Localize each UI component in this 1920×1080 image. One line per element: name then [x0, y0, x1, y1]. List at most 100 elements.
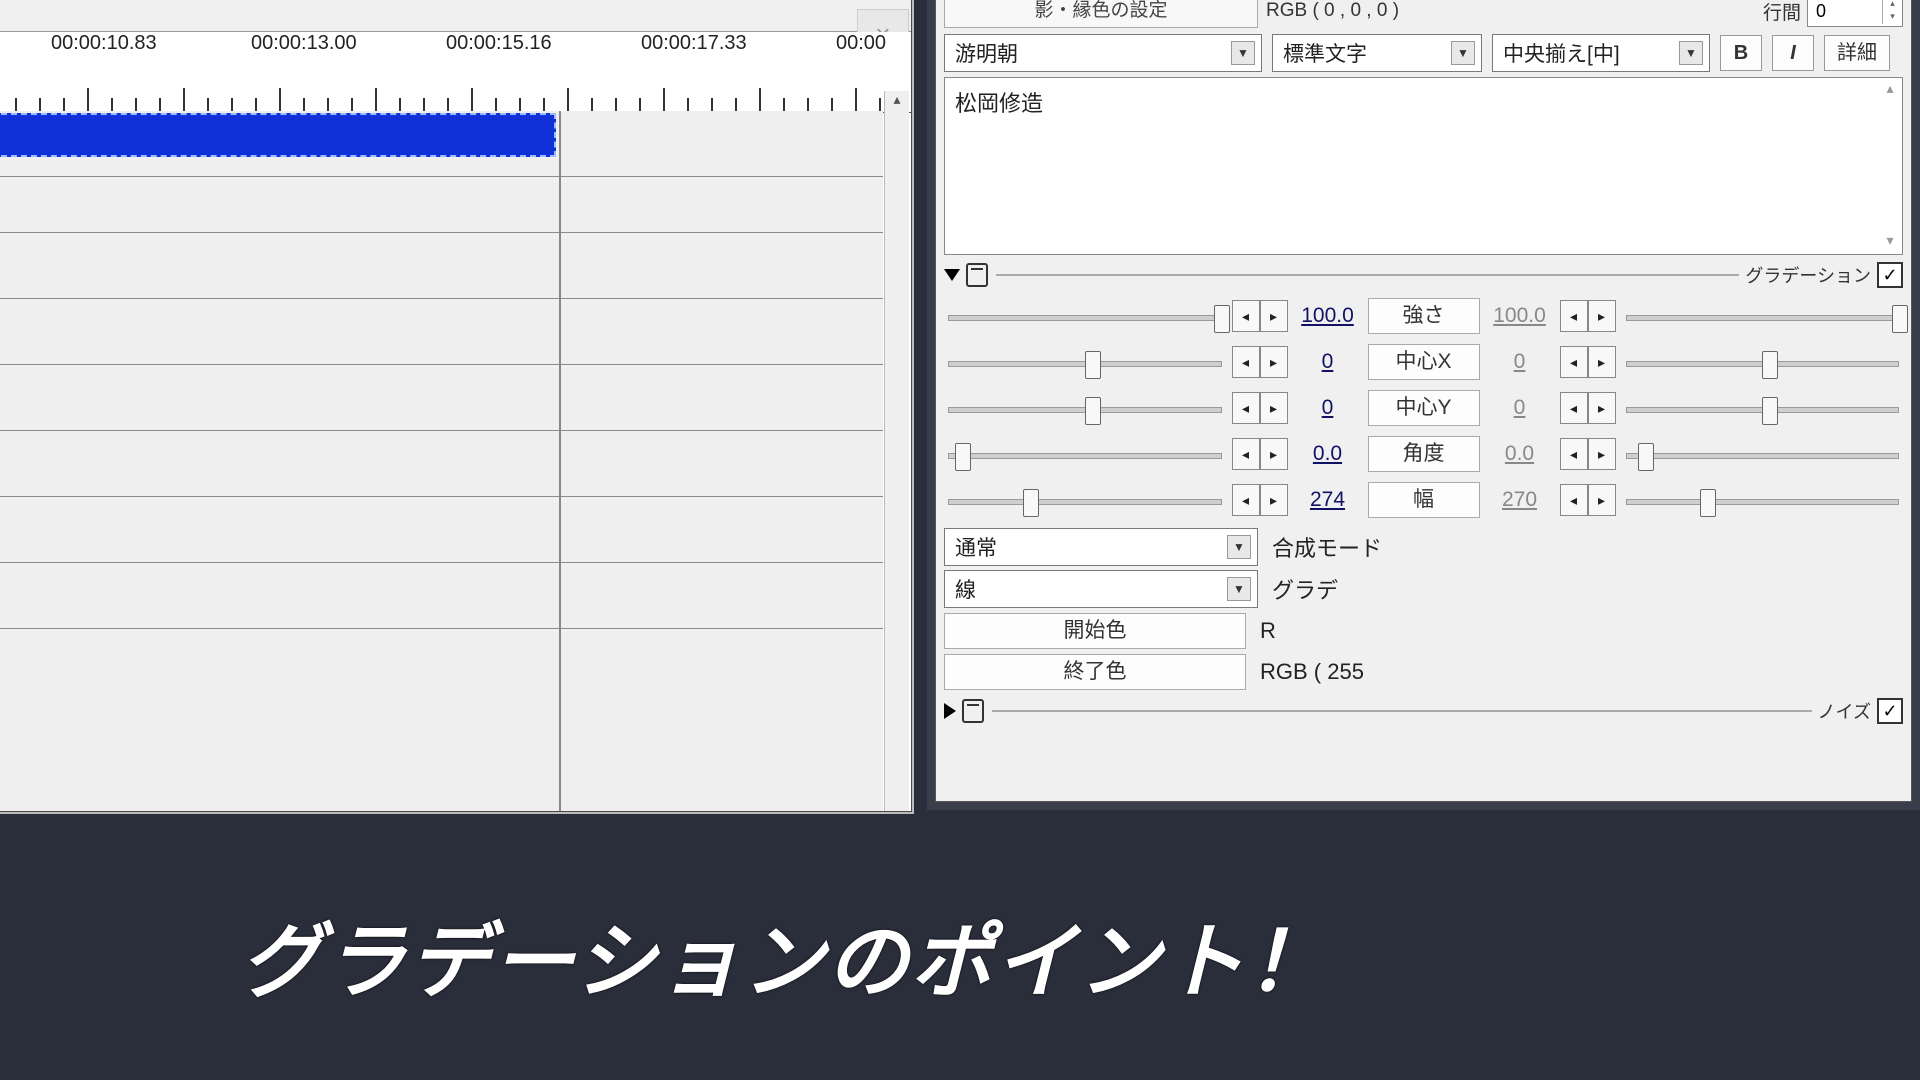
- gradation-checkbox[interactable]: ✓: [1877, 262, 1903, 288]
- blend-mode-label: 合成モード: [1272, 531, 1382, 563]
- track-row[interactable]: [0, 177, 883, 233]
- nudge-right-icon[interactable]: ▸: [1260, 484, 1288, 516]
- shadow-color-value: RGB ( 0 , 0 , 0 ): [1258, 0, 1763, 22]
- timeline-clip[interactable]: [0, 113, 556, 157]
- param-label[interactable]: 角度: [1368, 436, 1480, 472]
- param-value-right[interactable]: 270: [1486, 488, 1554, 512]
- nudge-buttons[interactable]: ◂▸: [1232, 392, 1288, 424]
- nudge-buttons[interactable]: ◂▸: [1560, 484, 1616, 516]
- nudge-left-icon[interactable]: ◂: [1560, 346, 1588, 378]
- scroll-up-icon[interactable]: ▴: [1880, 80, 1900, 100]
- param-slider-right[interactable]: [1622, 301, 1904, 331]
- param-value-right[interactable]: 0: [1486, 396, 1554, 420]
- param-slider-right[interactable]: [1622, 485, 1904, 515]
- noise-section-header[interactable]: ノイズ ✓: [944, 697, 1903, 725]
- nudge-right-icon[interactable]: ▸: [1260, 346, 1288, 378]
- pointing-hand-icon: [1916, 411, 1920, 611]
- track-row[interactable]: [0, 563, 883, 629]
- nudge-buttons[interactable]: ◂▸: [1560, 300, 1616, 332]
- collapse-icon[interactable]: [944, 269, 960, 281]
- gradation-section-header[interactable]: グラデーション ✓: [944, 261, 1903, 289]
- param-slider-left[interactable]: [944, 301, 1226, 331]
- italic-button[interactable]: I: [1772, 35, 1814, 71]
- param-value-left[interactable]: 100.0: [1294, 304, 1362, 328]
- param-label[interactable]: 幅: [1368, 482, 1480, 518]
- nudge-left-icon[interactable]: ◂: [1560, 438, 1588, 470]
- gradation-shape-dropdown[interactable]: 線 ▼: [944, 570, 1258, 608]
- nudge-right-icon[interactable]: ▸: [1588, 392, 1616, 424]
- end-color-button[interactable]: 終了色: [944, 654, 1246, 690]
- expand-icon[interactable]: [944, 703, 956, 719]
- font-dropdown[interactable]: 游明朝 ▼: [944, 34, 1262, 72]
- param-slider-left[interactable]: [944, 485, 1226, 515]
- param-slider-right[interactable]: [1622, 439, 1904, 469]
- param-value-left[interactable]: 0: [1294, 350, 1362, 374]
- param-value-right[interactable]: 0.0: [1486, 442, 1554, 466]
- param-value-left[interactable]: 0: [1294, 396, 1362, 420]
- param-label[interactable]: 中心X: [1368, 344, 1480, 380]
- nudge-left-icon[interactable]: ◂: [1560, 484, 1588, 516]
- spin-down-icon[interactable]: ▾: [1882, 11, 1902, 24]
- bold-button[interactable]: B: [1720, 35, 1762, 71]
- shadow-color-button[interactable]: 影・縁色の設定: [944, 0, 1258, 28]
- param-value-left[interactable]: 0.0: [1294, 442, 1362, 466]
- nudge-right-icon[interactable]: ▸: [1588, 438, 1616, 470]
- param-slider-left[interactable]: [944, 347, 1226, 377]
- nudge-left-icon[interactable]: ◂: [1560, 300, 1588, 332]
- char-type-dropdown[interactable]: 標準文字 ▼: [1272, 34, 1482, 72]
- scroll-down-icon[interactable]: ▾: [1880, 232, 1900, 252]
- param-label[interactable]: 中心Y: [1368, 390, 1480, 426]
- nudge-left-icon[interactable]: ◂: [1560, 392, 1588, 424]
- nudge-buttons[interactable]: ◂▸: [1232, 346, 1288, 378]
- nudge-right-icon[interactable]: ▸: [1260, 392, 1288, 424]
- timeline-vscroll[interactable]: ▴: [884, 91, 909, 811]
- align-dropdown[interactable]: 中央揃え[中] ▼: [1492, 34, 1710, 72]
- nudge-left-icon[interactable]: ◂: [1232, 300, 1260, 332]
- detail-button[interactable]: 詳細: [1824, 35, 1890, 71]
- track-row[interactable]: [0, 233, 883, 299]
- nudge-left-icon[interactable]: ◂: [1232, 346, 1260, 378]
- start-color-button[interactable]: 開始色: [944, 613, 1246, 649]
- track-row[interactable]: [0, 431, 883, 497]
- drag-handle-icon[interactable]: [966, 263, 988, 287]
- nudge-right-icon[interactable]: ▸: [1260, 300, 1288, 332]
- drag-handle-icon[interactable]: [962, 699, 984, 723]
- param-slider-right[interactable]: [1622, 393, 1904, 423]
- nudge-right-icon[interactable]: ▸: [1588, 346, 1616, 378]
- nudge-left-icon[interactable]: ◂: [1232, 392, 1260, 424]
- nudge-left-icon[interactable]: ◂: [1232, 484, 1260, 516]
- nudge-right-icon[interactable]: ▸: [1588, 484, 1616, 516]
- track-row[interactable]: [0, 111, 883, 177]
- nudge-buttons[interactable]: ◂▸: [1232, 438, 1288, 470]
- track-row[interactable]: [0, 497, 883, 563]
- param-slider-left[interactable]: [944, 439, 1226, 469]
- timeline-tracks: [0, 111, 883, 811]
- track-row[interactable]: [0, 365, 883, 431]
- param-value-right[interactable]: 0: [1486, 350, 1554, 374]
- ruler-tick-label: 00:00:13.00: [251, 32, 357, 55]
- font-value: 游明朝: [955, 38, 1018, 68]
- timeline-ruler[interactable]: 00:00:10.8300:00:13.0000:00:15.1600:00:1…: [0, 32, 911, 113]
- param-slider-right[interactable]: [1622, 347, 1904, 377]
- nudge-buttons[interactable]: ◂▸: [1232, 484, 1288, 516]
- text-content-input[interactable]: 松岡修造 ▴ ▾: [944, 77, 1903, 255]
- param-value-left[interactable]: 274: [1294, 488, 1362, 512]
- line-spacing-input[interactable]: 0 ▴▾: [1807, 0, 1903, 27]
- nudge-buttons[interactable]: ◂▸: [1560, 346, 1616, 378]
- nudge-buttons[interactable]: ◂▸: [1560, 438, 1616, 470]
- param-slider-left[interactable]: [944, 393, 1226, 423]
- nudge-right-icon[interactable]: ▸: [1260, 438, 1288, 470]
- nudge-right-icon[interactable]: ▸: [1588, 300, 1616, 332]
- nudge-buttons[interactable]: ◂▸: [1560, 392, 1616, 424]
- playhead[interactable]: [559, 111, 561, 811]
- track-row[interactable]: [0, 299, 883, 365]
- nudge-buttons[interactable]: ◂▸: [1232, 300, 1288, 332]
- nudge-left-icon[interactable]: ◂: [1232, 438, 1260, 470]
- scroll-up-icon[interactable]: ▴: [885, 91, 909, 113]
- param-label[interactable]: 強さ: [1368, 298, 1480, 334]
- blend-mode-dropdown[interactable]: 通常 ▼: [944, 528, 1258, 566]
- param-value-right[interactable]: 100.0: [1486, 304, 1554, 328]
- spin-up-icon[interactable]: ▴: [1882, 0, 1902, 11]
- gradation-title: グラデーション: [1745, 262, 1871, 288]
- noise-checkbox[interactable]: ✓: [1877, 698, 1903, 724]
